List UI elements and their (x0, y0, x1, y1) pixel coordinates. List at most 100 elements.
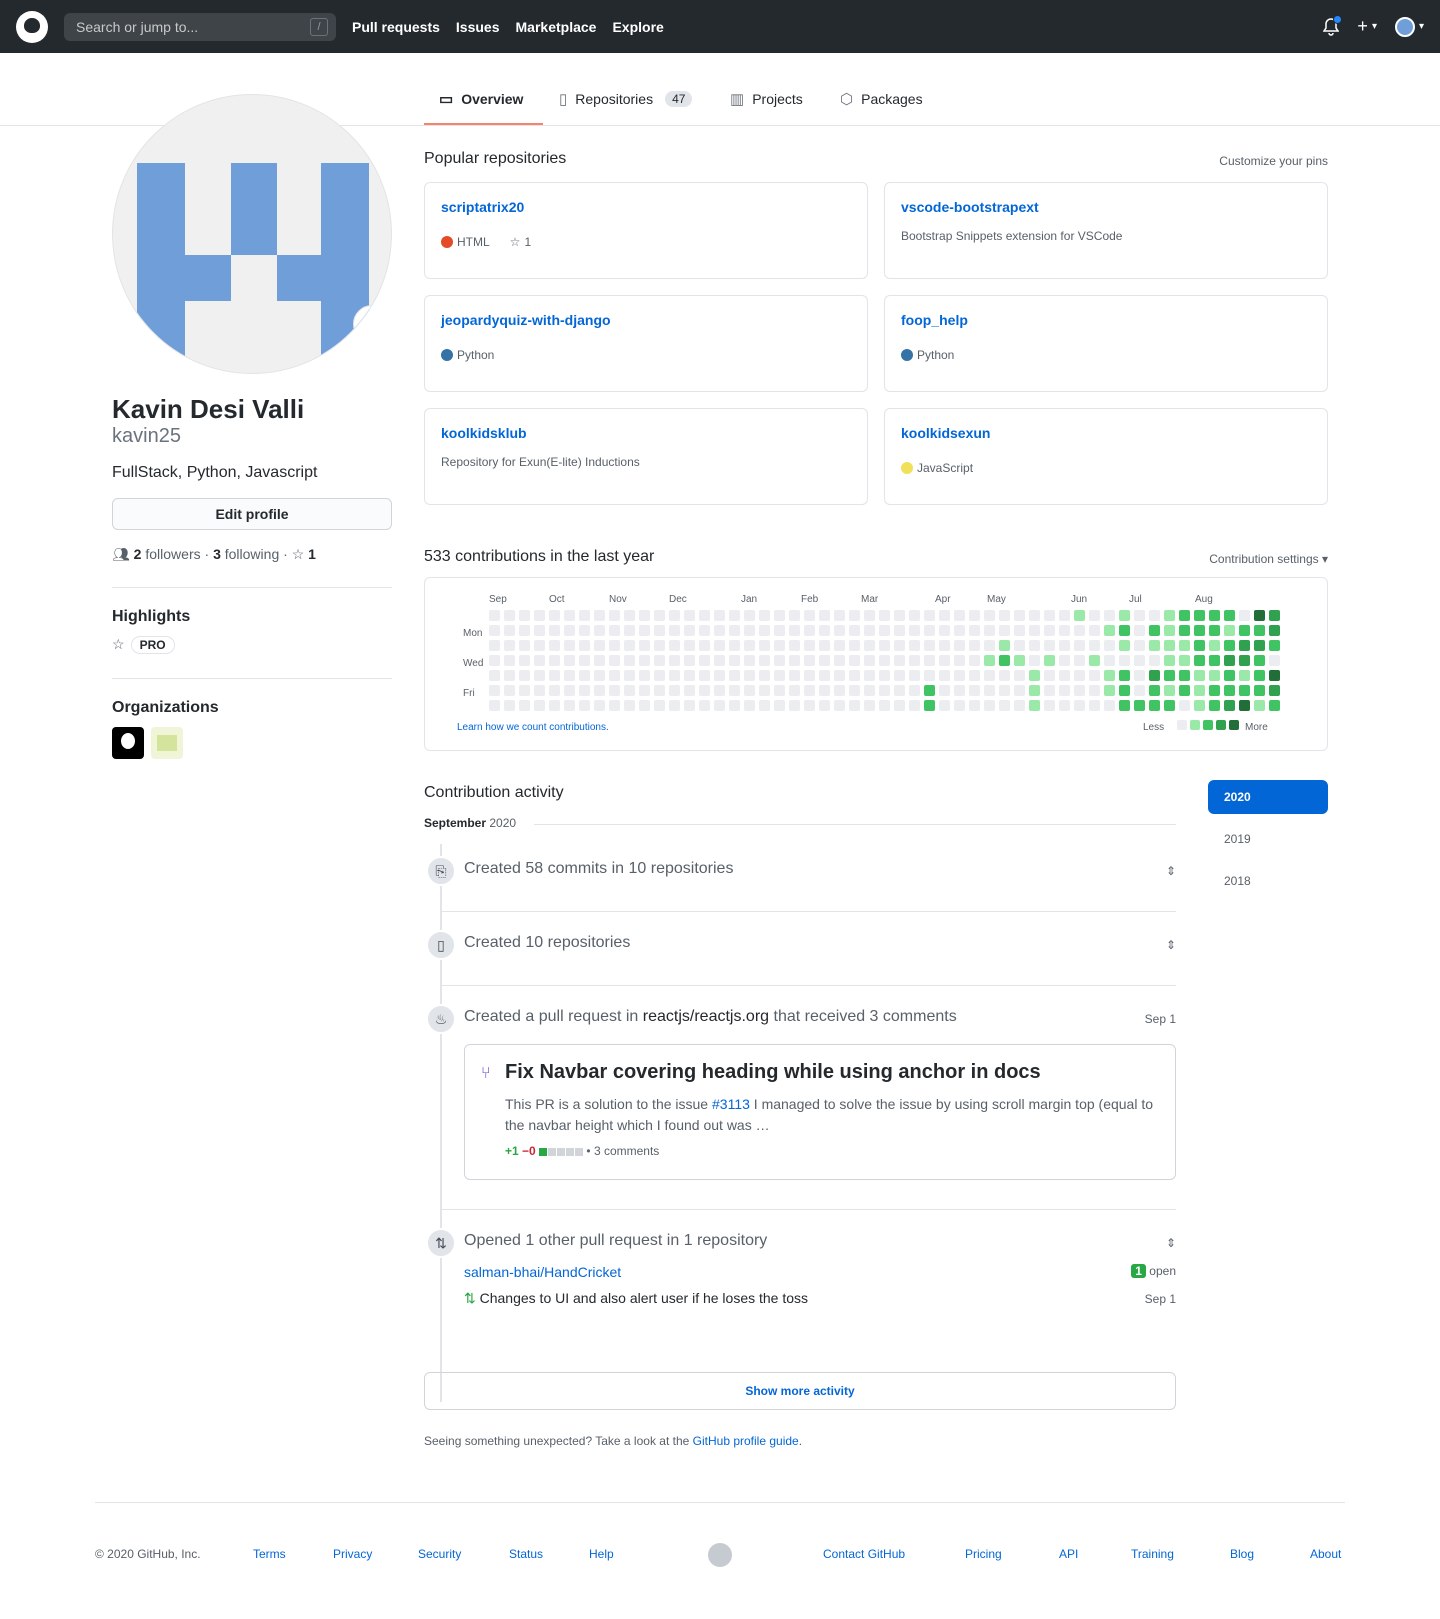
contribution-day[interactable] (804, 610, 815, 621)
learn-contributions-link[interactable]: Learn how we count contributions. (457, 722, 609, 733)
contribution-day[interactable] (879, 670, 890, 681)
contribution-day[interactable] (549, 655, 560, 666)
contribution-day[interactable] (759, 625, 770, 636)
contribution-day[interactable] (1134, 610, 1145, 621)
contribution-day[interactable] (1044, 625, 1055, 636)
contribution-day[interactable] (669, 685, 680, 696)
contribution-day[interactable] (1014, 670, 1025, 681)
contribution-day[interactable] (1224, 670, 1235, 681)
contribution-day[interactable] (1239, 670, 1250, 681)
contribution-day[interactable] (909, 670, 920, 681)
contribution-day[interactable] (894, 685, 905, 696)
contribution-day[interactable] (924, 685, 935, 696)
contribution-day[interactable] (534, 625, 545, 636)
contribution-day[interactable] (1164, 655, 1175, 666)
contribution-day[interactable] (519, 685, 530, 696)
contribution-day[interactable] (864, 655, 875, 666)
contribution-day[interactable] (864, 685, 875, 696)
contribution-day[interactable] (594, 685, 605, 696)
contribution-day[interactable] (834, 640, 845, 651)
pinned-repo-name[interactable]: vscode-bootstrapext (901, 199, 1039, 215)
contribution-day[interactable] (894, 700, 905, 711)
contribution-day[interactable] (954, 670, 965, 681)
create-caret-icon[interactable]: ▾ (1372, 21, 1377, 32)
contribution-day[interactable] (1089, 610, 1100, 621)
nav-marketplace[interactable]: Marketplace (516, 19, 597, 35)
opened-repo-link[interactable]: salman-bhai/HandCricket (464, 1264, 621, 1280)
user-avatar-menu[interactable] (1394, 16, 1415, 37)
footer-help[interactable]: Help (589, 1547, 614, 1561)
expand-icon[interactable]: ⇕ (1166, 938, 1176, 952)
contribution-day[interactable] (1119, 625, 1130, 636)
contribution-day[interactable] (504, 685, 515, 696)
contribution-day[interactable] (684, 610, 695, 621)
contribution-day[interactable] (1254, 700, 1265, 711)
contribution-day[interactable] (909, 610, 920, 621)
contribution-day[interactable] (564, 625, 575, 636)
footer-about[interactable]: About (1310, 1547, 1341, 1561)
contribution-day[interactable] (864, 670, 875, 681)
contribution-day[interactable] (519, 640, 530, 651)
contribution-day[interactable] (864, 640, 875, 651)
contribution-day[interactable] (1059, 655, 1070, 666)
contribution-day[interactable] (954, 625, 965, 636)
contribution-day[interactable] (489, 610, 500, 621)
profile-avatar[interactable]: ☺ (112, 94, 392, 374)
contribution-day[interactable] (1074, 670, 1085, 681)
contribution-day[interactable] (879, 610, 890, 621)
contribution-day[interactable] (744, 640, 755, 651)
contribution-day[interactable] (744, 685, 755, 696)
contribution-day[interactable] (1059, 700, 1070, 711)
contribution-day[interactable] (999, 625, 1010, 636)
contribution-day[interactable] (624, 685, 635, 696)
contribution-day[interactable] (1209, 655, 1220, 666)
contribution-day[interactable] (939, 610, 950, 621)
contribution-day[interactable] (519, 670, 530, 681)
contribution-day[interactable] (939, 670, 950, 681)
footer-pricing[interactable]: Pricing (965, 1547, 1002, 1561)
contribution-day[interactable] (594, 700, 605, 711)
star-icon[interactable]: ☆ (510, 235, 521, 249)
contribution-day[interactable] (1269, 610, 1280, 621)
stars-count[interactable]: 1 (308, 546, 316, 562)
contribution-day[interactable] (1164, 700, 1175, 711)
footer-github-logo-icon[interactable] (708, 1543, 732, 1567)
contribution-day[interactable] (1059, 640, 1070, 651)
contribution-day[interactable] (624, 625, 635, 636)
contribution-day[interactable] (1014, 700, 1025, 711)
contribution-day[interactable] (1089, 655, 1100, 666)
contribution-day[interactable] (534, 640, 545, 651)
issue-link[interactable]: #3113 (712, 1096, 750, 1112)
contribution-day[interactable] (504, 655, 515, 666)
edit-profile-button[interactable]: Edit profile (112, 498, 392, 530)
contribution-day[interactable] (684, 670, 695, 681)
contribution-day[interactable] (1164, 625, 1175, 636)
contribution-day[interactable] (954, 685, 965, 696)
contribution-day[interactable] (969, 640, 980, 651)
contribution-day[interactable] (699, 625, 710, 636)
contribution-day[interactable] (654, 610, 665, 621)
contribution-day[interactable] (1059, 670, 1070, 681)
contribution-day[interactable] (819, 655, 830, 666)
contribution-day[interactable] (789, 655, 800, 666)
contribution-day[interactable] (1164, 610, 1175, 621)
contribution-day[interactable] (804, 685, 815, 696)
contribution-day[interactable] (804, 655, 815, 666)
contribution-day[interactable] (789, 685, 800, 696)
contribution-day[interactable] (579, 700, 590, 711)
contribution-day[interactable] (684, 640, 695, 651)
contribution-day[interactable] (744, 610, 755, 621)
contribution-day[interactable] (1254, 670, 1265, 681)
contribution-day[interactable] (564, 640, 575, 651)
profile-guide-link[interactable]: GitHub profile guide (693, 1434, 799, 1448)
contribution-day[interactable] (939, 625, 950, 636)
contribution-day[interactable] (999, 655, 1010, 666)
contribution-day[interactable] (849, 610, 860, 621)
contribution-day[interactable] (834, 655, 845, 666)
contribution-day[interactable] (999, 670, 1010, 681)
show-more-activity-button[interactable]: Show more activity (424, 1372, 1176, 1410)
contribution-day[interactable] (1194, 700, 1205, 711)
contribution-day[interactable] (699, 700, 710, 711)
contribution-day[interactable] (984, 640, 995, 651)
org-avatar-dark[interactable] (112, 727, 144, 759)
